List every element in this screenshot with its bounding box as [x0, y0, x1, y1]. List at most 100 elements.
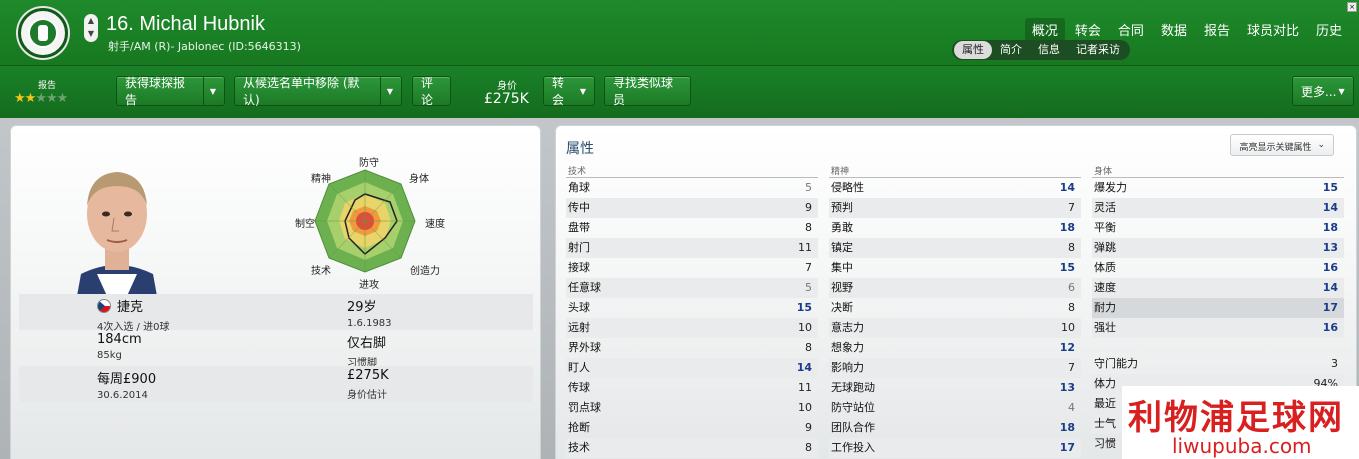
chevron-down-icon: ▼ [579, 86, 586, 96]
subtab-profile[interactable]: 简介 [992, 41, 1030, 59]
attribute-name: 灵活 [1094, 201, 1116, 214]
profile-panel: 防守 身体 速度 创造力 进攻 技术 制空 精神 捷克 4次入选 / 进0球 2… [10, 125, 541, 459]
attribute-row[interactable]: 强壮 16 [1092, 318, 1344, 338]
tab-transfer[interactable]: 转会 [1068, 18, 1108, 41]
attribute-name: 意志力 [831, 321, 864, 334]
attribute-value: 16 [1322, 261, 1338, 274]
attribute-value: 11 [798, 381, 812, 394]
attribute-value: 5 [805, 181, 812, 194]
attribute-row[interactable]: 无球跑动 13 [829, 378, 1081, 398]
attribute-value: 4 [1068, 401, 1075, 414]
attribute-row[interactable]: 头球 15 [566, 298, 818, 318]
tab-overview[interactable]: 概况 [1024, 18, 1065, 41]
attribute-row[interactable]: 灵活 14 [1092, 198, 1344, 218]
club-crest-icon[interactable] [18, 8, 68, 58]
attribute-value: 7 [805, 261, 812, 274]
subtab-interview[interactable]: 记者采访 [1068, 41, 1128, 59]
watermark-line-1: 利物浦足球网 [1128, 398, 1344, 438]
player-switch-arrows[interactable]: ▲ ▼ [84, 14, 98, 42]
attribute-row[interactable]: 视野 6 [829, 278, 1081, 298]
transfer-label: 转会 [552, 76, 565, 107]
attribute-row[interactable]: 平衡 18 [1092, 218, 1344, 238]
value-amount: £275K [484, 91, 529, 107]
find-similar-button[interactable]: 寻找类似球员 [604, 76, 691, 107]
attribute-row[interactable]: 抢断 9 [566, 418, 818, 438]
get-scout-report-button[interactable]: 获得球探报告 ▼ [116, 76, 225, 107]
transfer-button[interactable]: 转会 ▼ [543, 76, 595, 107]
player-photo [77, 172, 157, 296]
attribute-row[interactable]: 远射 10 [566, 318, 818, 338]
tab-contract[interactable]: 合同 [1111, 18, 1151, 41]
close-icon[interactable]: × [1347, 2, 1357, 12]
subtab-attributes[interactable]: 属性 [954, 41, 992, 59]
mental-column: 精神 侵略性 14 预判 7 勇敢 18 镇定 8 集中 15 视野 6 决断 8 意志力 10 想象力 12 影响… [829, 166, 1081, 458]
tab-history[interactable]: 历史 [1309, 18, 1349, 41]
attribute-row[interactable]: 预判 7 [829, 198, 1081, 218]
tab-compare[interactable]: 球员对比 [1240, 18, 1306, 41]
attribute-row[interactable]: 侵略性 14 [829, 178, 1081, 198]
attribute-row[interactable]: 盯人 14 [566, 358, 818, 378]
profile-info-grid: 捷克 4次入选 / 进0球 29岁 1.6.1983 184cm 85kg 仅右… [19, 294, 533, 402]
more-button[interactable]: 更多... ▼ [1292, 76, 1354, 106]
attribute-row[interactable]: 罚点球 10 [566, 398, 818, 418]
attribute-value: 13 [1322, 241, 1338, 254]
estimated-value: £275K [347, 368, 389, 383]
attribute-row[interactable]: 爆发力 15 [1092, 178, 1344, 198]
attribute-row[interactable]: 想象力 12 [829, 338, 1081, 358]
chevron-down-icon[interactable]: ▼ [379, 77, 393, 105]
attribute-row[interactable]: 防守站位 4 [829, 398, 1081, 418]
attribute-row[interactable]: 射门 11 [566, 238, 818, 258]
attribute-row[interactable]: 影响力 7 [829, 358, 1081, 378]
attribute-row[interactable]: 接球 7 [566, 258, 818, 278]
attribute-value: 15 [1322, 181, 1338, 194]
attribute-row[interactable]: 弹跳 13 [1092, 238, 1344, 258]
attribute-name: 界外球 [568, 341, 601, 354]
attribute-row[interactable]: 勇敢 18 [829, 218, 1081, 238]
get-scout-report-label: 获得球探报告 [125, 76, 186, 107]
tab-stats[interactable]: 数据 [1154, 18, 1194, 41]
attribute-value: 9 [805, 421, 812, 434]
star-icon: ★ [56, 91, 69, 106]
attribute-name: 罚点球 [568, 401, 601, 414]
attribute-row[interactable]: 集中 15 [829, 258, 1081, 278]
attribute-row[interactable]: 技术 8 [566, 438, 818, 458]
attribute-row[interactable]: 耐力 17 [1092, 298, 1344, 318]
attribute-value: 14 [1059, 181, 1075, 194]
attribute-row[interactable]: 角球 5 [566, 178, 818, 198]
subtab-info[interactable]: 信息 [1030, 41, 1068, 59]
attribute-name: 团队合作 [831, 421, 875, 434]
radar-label-technique: 技术 [311, 266, 331, 277]
attribute-name: 士气 [1094, 417, 1116, 430]
attribute-row[interactable]: 传中 9 [566, 198, 818, 218]
radar-label-speed: 速度 [425, 219, 445, 230]
attribute-row[interactable]: 决断 8 [829, 298, 1081, 318]
comment-button[interactable]: 评论 [412, 76, 451, 107]
attribute-value: 15 [1059, 261, 1075, 274]
attribute-value: 13 [1059, 381, 1075, 394]
czech-flag-icon [97, 299, 111, 313]
attribute-row[interactable]: 意志力 10 [829, 318, 1081, 338]
attribute-row[interactable]: 体质 16 [1092, 258, 1344, 278]
attribute-row[interactable]: 界外球 8 [566, 338, 818, 358]
attribute-value: 18 [1059, 221, 1075, 234]
attribute-value: 5 [805, 281, 812, 294]
wage: 每周£900 [97, 372, 157, 387]
attribute-row[interactable]: 工作投入 17 [829, 438, 1081, 458]
chevron-down-icon[interactable]: ▼ [202, 77, 216, 105]
attribute-row[interactable]: 速度 14 [1092, 278, 1344, 298]
highlight-key-attributes-dropdown[interactable]: 高亮显示关键属性 ⌄ [1230, 134, 1334, 156]
attribute-row[interactable]: 盘带 8 [566, 218, 818, 238]
attribute-row[interactable]: 传球 11 [566, 378, 818, 398]
attribute-row[interactable]: 镇定 8 [829, 238, 1081, 258]
tab-report[interactable]: 报告 [1197, 18, 1237, 41]
remove-shortlist-button[interactable]: 从候选名单中移除 (默认) ▼ [234, 76, 402, 107]
attribute-name: 任意球 [568, 281, 601, 294]
attribute-row[interactable]: 团队合作 18 [829, 418, 1081, 438]
attribute-value: 7 [1068, 201, 1075, 214]
radar-label-physical: 身体 [409, 174, 429, 185]
attribute-name: 勇敢 [831, 221, 853, 234]
attribute-row[interactable]: 守门能力 3 [1092, 354, 1344, 374]
attribute-row[interactable]: 任意球 5 [566, 278, 818, 298]
nationality: 捷克 [117, 300, 144, 315]
attribute-value: 8 [1068, 301, 1075, 314]
